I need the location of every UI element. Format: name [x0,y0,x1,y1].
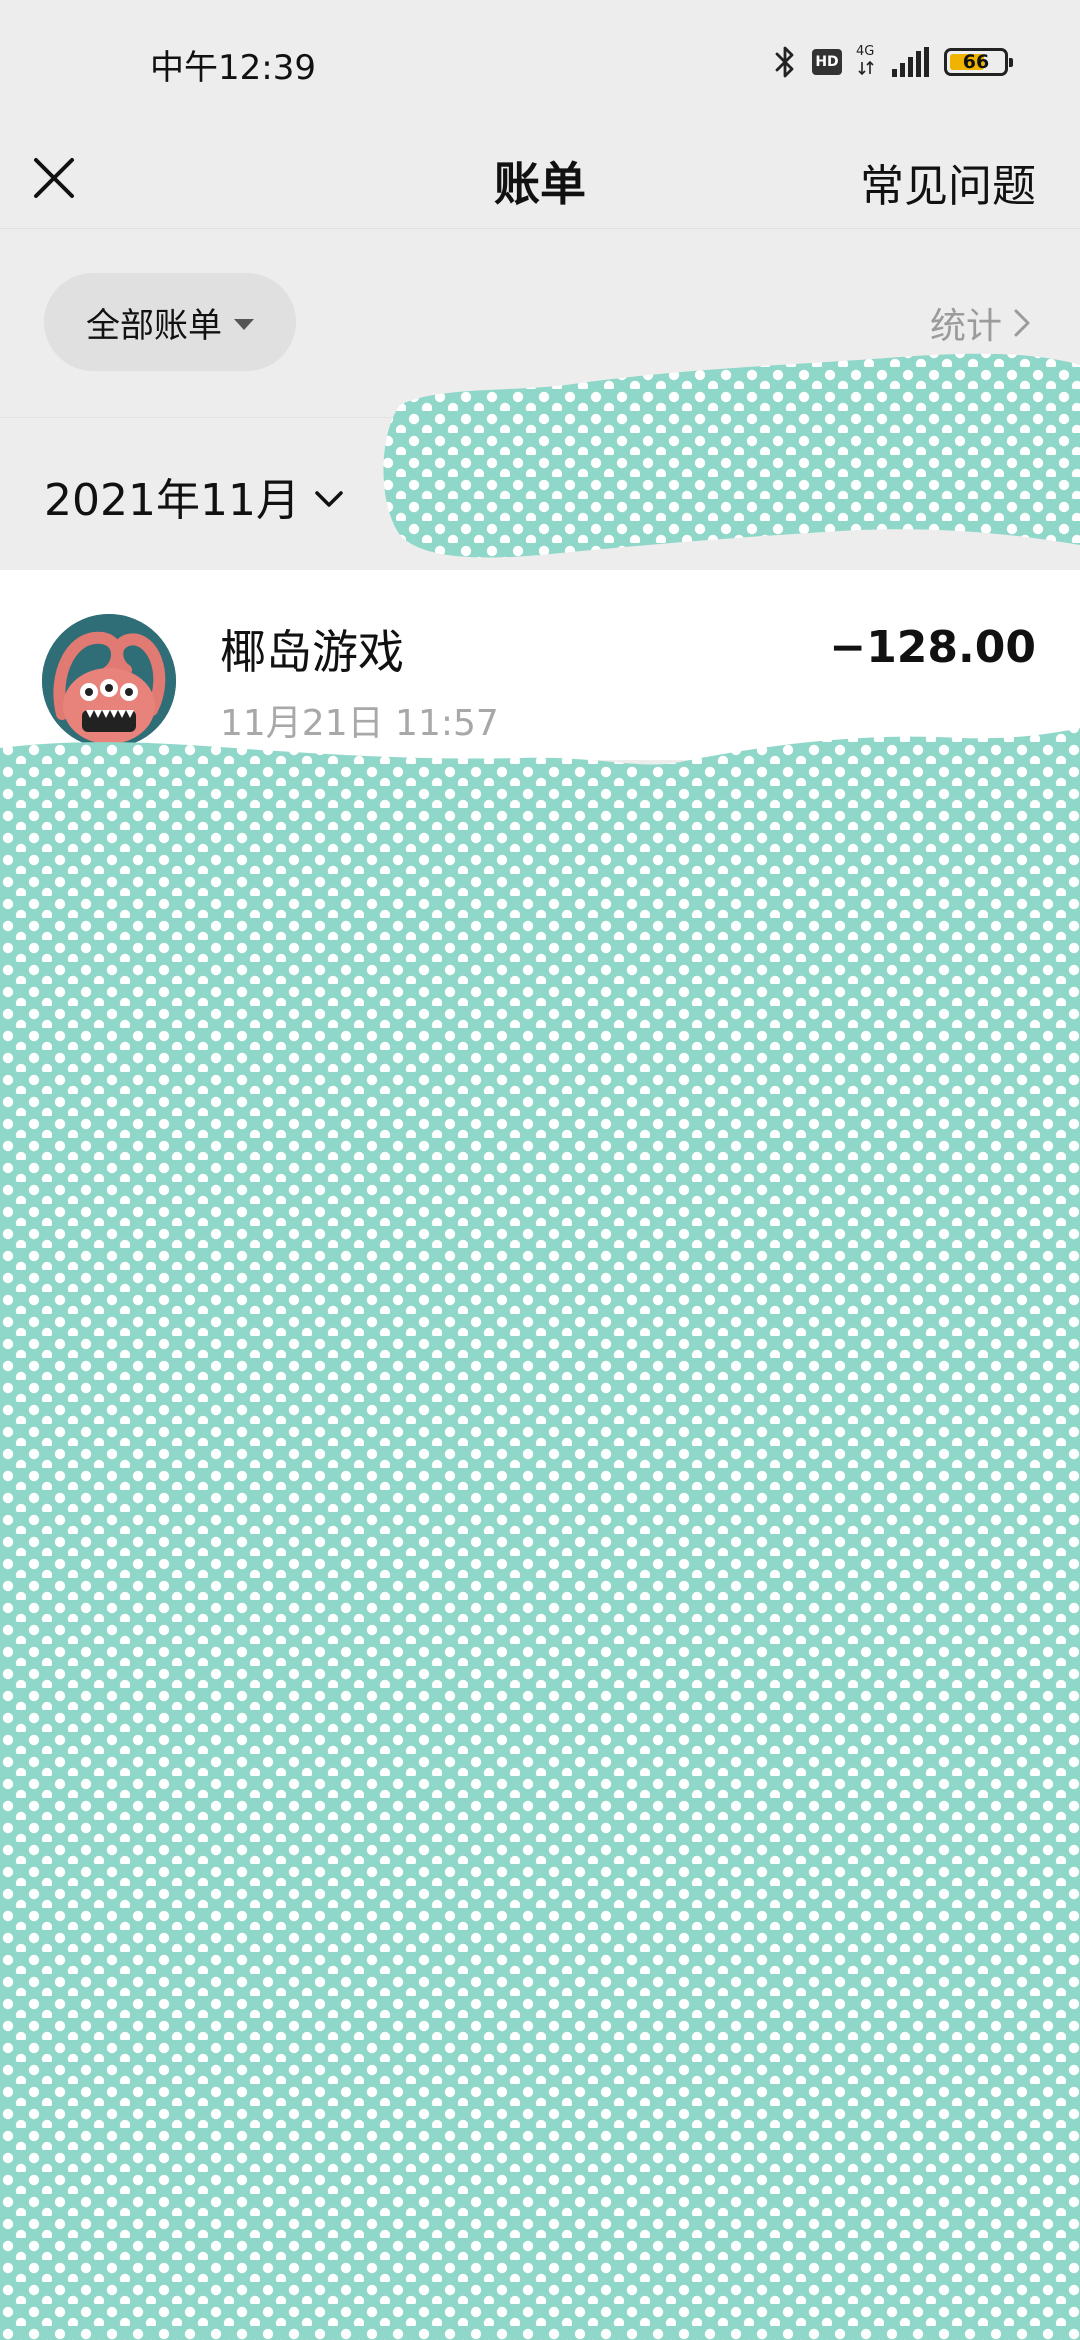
redaction-overlay-main [0,728,1080,2340]
transaction-merchant-name: 椰岛游戏 [220,625,404,679]
chevron-right-icon [1014,309,1030,337]
hd-icon: HD [812,49,842,75]
network-type: 4G [856,44,876,78]
bills-page: 中午12:39 HD 4G 66 账单 常见问题 全部账单 统计 2021年11… [0,0,1080,2340]
status-bar: 中午12:39 HD 4G 66 [0,0,1080,128]
faq-link[interactable]: 常见问题 [860,150,1036,214]
stats-label: 统计 [929,306,1002,347]
status-time: 中午12:39 [150,48,316,88]
all-bills-filter-button[interactable]: 全部账单 [44,273,296,371]
bluetooth-icon [775,46,794,78]
stats-link[interactable]: 统计 [930,297,1032,349]
chevron-down-icon [315,491,343,507]
battery-icon: 66 [944,48,1013,76]
nav-bar: 账单 常见问题 [0,128,1080,229]
month-label: 2021年11月 [44,475,300,526]
caret-down-icon [234,318,254,330]
all-bills-label: 全部账单 [86,305,222,346]
transaction-amount: −128.00 [829,622,1036,673]
month-selector[interactable]: 2021年11月 [44,464,344,528]
redaction-overlay-top [383,353,1080,558]
battery-level: 66 [962,51,990,73]
signal-icon [892,47,929,77]
status-icons: HD 4G 66 [772,44,1013,80]
